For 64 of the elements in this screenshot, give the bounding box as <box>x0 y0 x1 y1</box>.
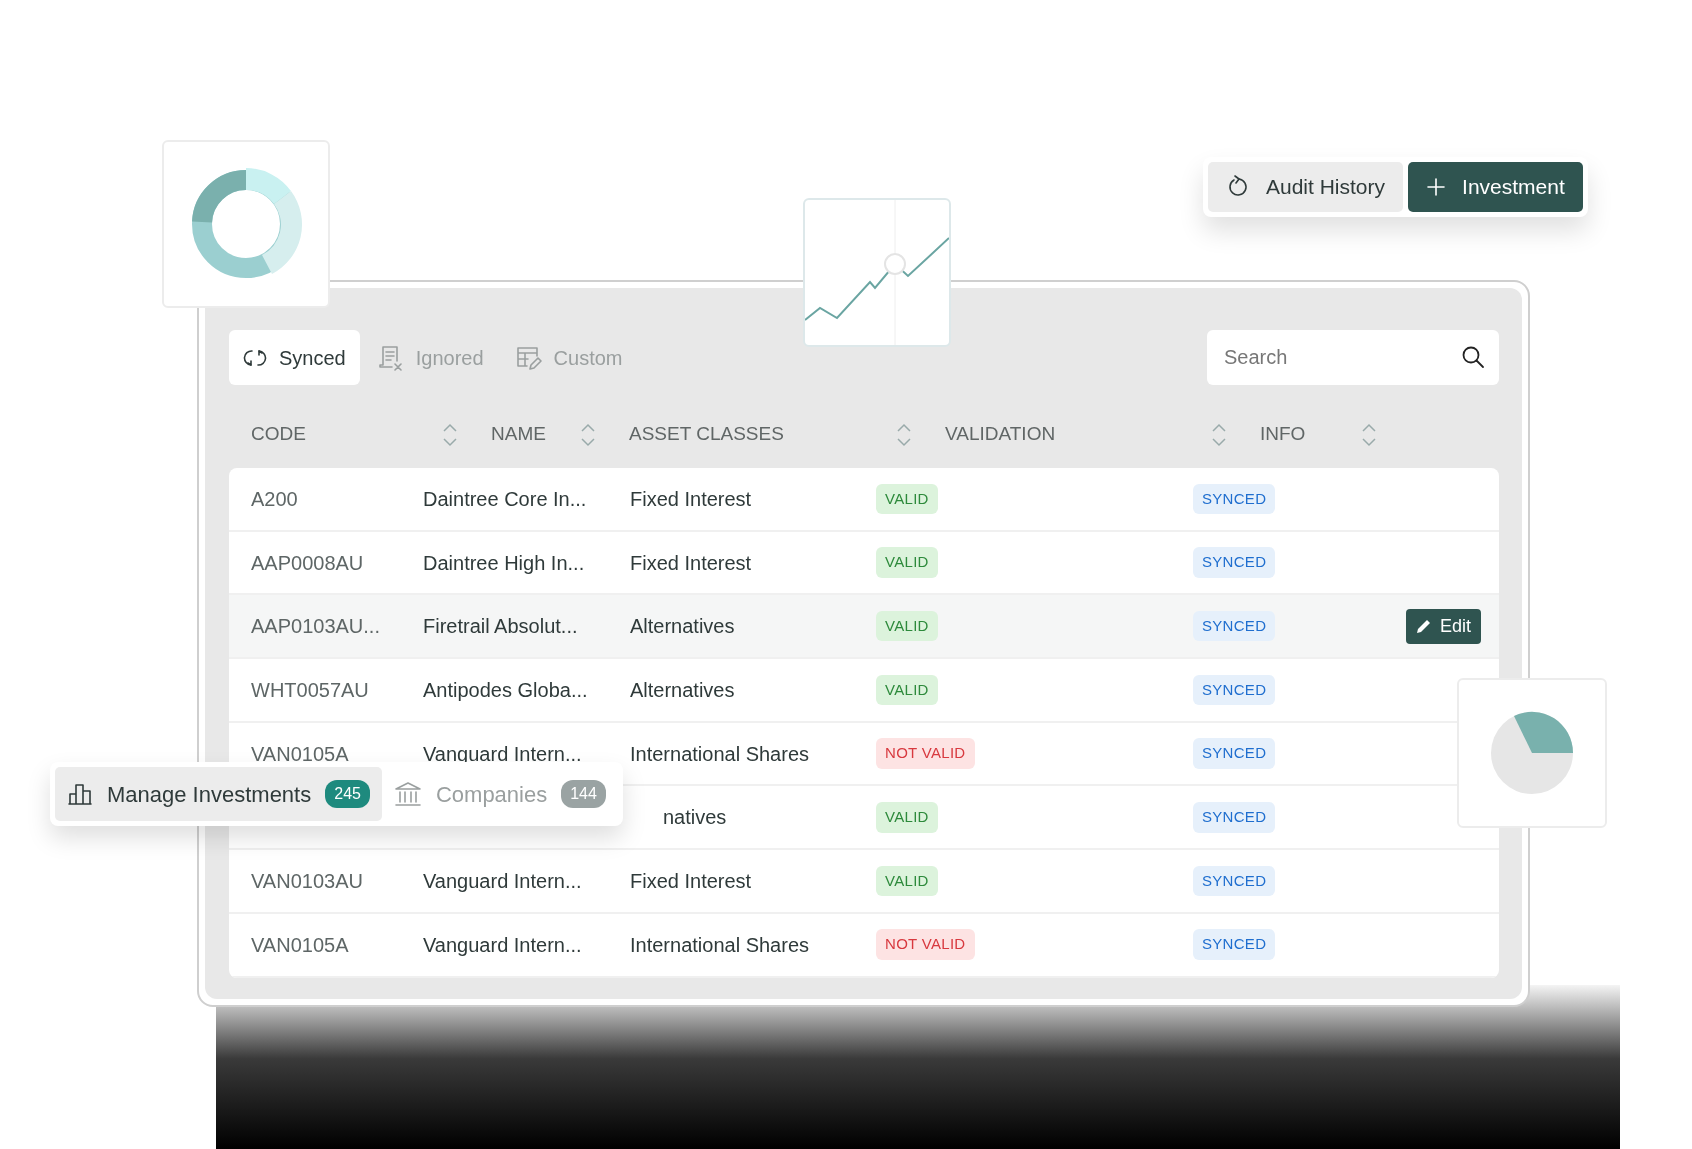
table-cell: Fixed Interest <box>630 487 752 510</box>
table-cell: VAN0105A <box>251 742 349 765</box>
status-badge: SYNCED <box>1193 547 1276 578</box>
nav-tab[interactable]: Manage Investments 245 <box>55 767 382 821</box>
sort-icon <box>1210 422 1228 447</box>
history-button[interactable]: Audit History <box>1208 162 1404 212</box>
table-cell: AAP0008AU <box>251 551 364 574</box>
table-edit-icon <box>515 344 542 371</box>
table-cell: Vanguard Intern... <box>423 742 582 765</box>
sort-icon <box>1360 422 1378 447</box>
status-badge: SYNCED <box>1193 929 1276 960</box>
plus-icon <box>1426 177 1447 197</box>
status-badge: SYNCED <box>1193 738 1276 769</box>
validation-badge: VALID <box>876 865 938 897</box>
table-cell: Daintree High In... <box>423 551 585 574</box>
table-cell: natives <box>663 806 727 829</box>
table-cell: Alternatives <box>630 678 735 701</box>
table-cell: A200 <box>251 487 298 510</box>
validation-badge: VALID <box>876 610 938 642</box>
sort-icon <box>441 422 459 447</box>
validation-badge: VALID <box>876 674 938 706</box>
validation-badge: VALID <box>876 547 938 578</box>
status-badge: SYNCED <box>1193 674 1276 706</box>
column-header: CODE <box>251 422 306 447</box>
table-cell: Daintree Core In... <box>423 487 587 510</box>
table-cell: Antipodes Globa... <box>423 678 588 701</box>
bar-chart-icon <box>67 782 93 806</box>
count-badge: 245 <box>325 780 370 808</box>
table-cell: Vanguard Intern... <box>423 869 582 892</box>
validation-badge: NOT VALID <box>876 929 975 960</box>
count-badge: 144 <box>561 780 606 808</box>
status-badge: SYNCED <box>1193 610 1276 642</box>
table-cell: VAN0105A <box>251 933 349 956</box>
table-cell: Fixed Interest <box>630 869 752 892</box>
search-icon <box>1461 345 1485 369</box>
validation-badge: NOT VALID <box>876 738 975 769</box>
sort-icon <box>895 422 913 447</box>
table-cell: Vanguard Intern... <box>423 933 582 956</box>
validation-badge: VALID <box>876 802 938 833</box>
refresh-icon <box>1226 175 1250 199</box>
status-badge: SYNCED <box>1193 483 1276 515</box>
table-cell: International Shares <box>630 933 809 956</box>
pencil-icon <box>1415 618 1432 635</box>
table-cell: WHT0057AU <box>251 678 369 701</box>
validation-badge: VALID <box>876 483 938 515</box>
table-cell: Alternatives <box>630 615 735 638</box>
column-header: NAME <box>491 422 546 447</box>
table-cell: Fixed Interest <box>630 551 752 574</box>
column-header: VALIDATION <box>945 422 1056 447</box>
document-x-icon <box>377 344 404 371</box>
status-badge: SYNCED <box>1193 865 1276 897</box>
column-header: ASSET CLASSES <box>629 422 784 447</box>
table-cell: Firetrail Absolut... <box>423 615 578 638</box>
search-field[interactable]: Search <box>1207 330 1499 385</box>
column-header: INFO <box>1260 422 1306 447</box>
tab[interactable]: Synced <box>229 330 360 385</box>
sort-icon <box>579 422 597 447</box>
table-cell: VAN0103AU <box>251 869 363 892</box>
table-cell: International Shares <box>630 742 809 765</box>
table-cell: AAP0103AU... <box>251 615 380 638</box>
status-badge: SYNCED <box>1193 802 1276 833</box>
edit-button[interactable]: Edit <box>1405 608 1481 644</box>
add-button[interactable]: Investment <box>1408 162 1583 212</box>
bank-icon <box>393 781 422 807</box>
